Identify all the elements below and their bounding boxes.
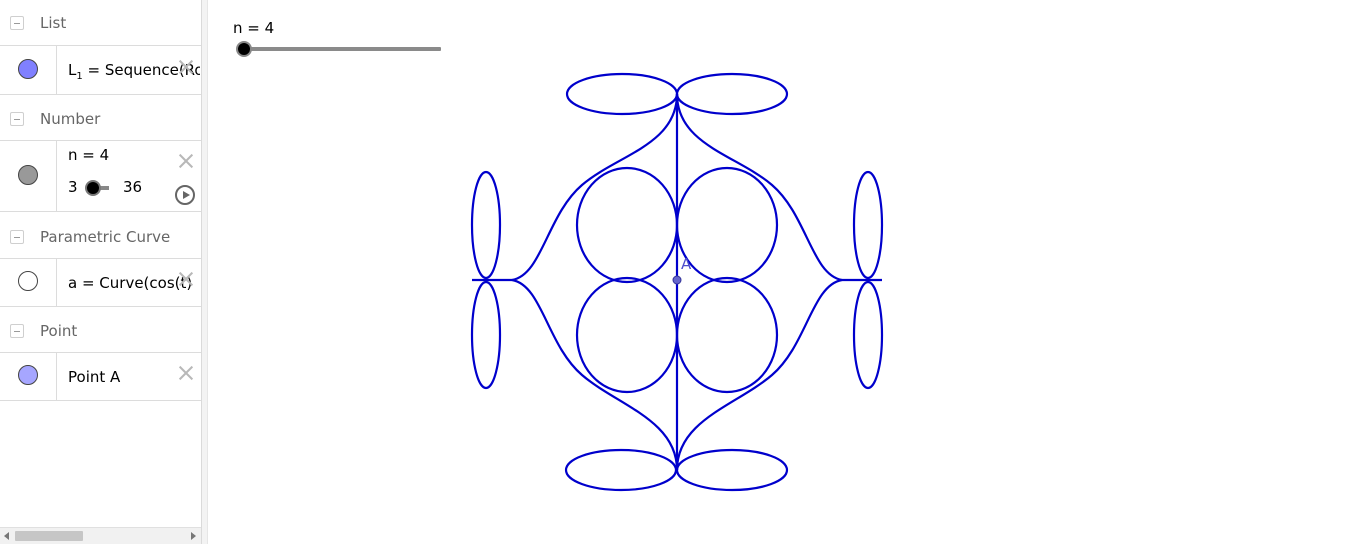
close-icon[interactable] — [177, 364, 195, 382]
point-a[interactable] — [672, 275, 682, 285]
algebra-panel: List L1 = Sequence(Ro Number n = 4 3 36 … — [0, 0, 201, 544]
curve-branch[interactable] — [511, 93, 679, 282]
curve-canvas[interactable] — [208, 0, 1352, 544]
curve-petal[interactable] — [675, 448, 789, 492]
algebra-item-number[interactable]: n = 4 3 36 — [0, 140, 201, 212]
group-label: Number — [40, 110, 101, 128]
curve-petal[interactable] — [565, 72, 679, 116]
curve-petal[interactable] — [852, 170, 884, 280]
group-header-parametric-curve[interactable]: Parametric Curve — [0, 214, 201, 260]
curve-lobe[interactable] — [575, 166, 679, 284]
number-slider[interactable]: 3 36 — [68, 177, 178, 197]
scroll-right-icon[interactable] — [191, 532, 196, 540]
algebra-item-list[interactable]: L1 = Sequence(Ro — [0, 45, 201, 95]
slider-knob[interactable] — [236, 41, 252, 57]
horizontal-scrollbar[interactable] — [0, 527, 201, 544]
curve-petal[interactable] — [564, 448, 678, 492]
close-icon[interactable] — [177, 152, 195, 170]
play-icon[interactable] — [175, 185, 195, 205]
curve-lobe[interactable] — [575, 276, 679, 394]
parametric-curve[interactable] — [470, 72, 884, 492]
graphics-view[interactable]: n = 4 A — [208, 0, 1352, 544]
slider-min-label: 3 — [68, 178, 78, 196]
visibility-marble[interactable] — [18, 59, 38, 79]
group-header-number[interactable]: Number — [0, 96, 201, 142]
scroll-left-icon[interactable] — [4, 532, 9, 540]
visibility-marble[interactable] — [18, 365, 38, 385]
group-header-list[interactable]: List — [0, 0, 201, 46]
curve-petal[interactable] — [675, 72, 789, 116]
slider-label: n = 4 — [233, 19, 275, 37]
curve-petal[interactable] — [470, 280, 502, 390]
visibility-marble[interactable] — [18, 165, 38, 185]
collapse-icon[interactable] — [10, 324, 24, 338]
visibility-marble[interactable] — [18, 271, 38, 291]
group-label: Parametric Curve — [40, 228, 171, 246]
slider-knob[interactable] — [85, 180, 101, 196]
algebra-item-text[interactable]: Point A — [68, 368, 120, 386]
slider-max-label: 36 — [123, 178, 143, 196]
curve-petal[interactable] — [852, 280, 884, 390]
group-label: Point — [40, 322, 78, 340]
point-label: A — [681, 255, 692, 273]
algebra-item-curve[interactable]: a = Curve(cos(t) — [0, 258, 201, 307]
panel-splitter[interactable] — [201, 0, 208, 544]
marble-cell — [0, 353, 57, 400]
curve-branch[interactable] — [675, 93, 843, 282]
algebra-item-text[interactable]: n = 4 — [68, 146, 109, 164]
close-icon[interactable] — [177, 58, 195, 76]
group-header-point[interactable]: Point — [0, 308, 201, 354]
marble-cell — [0, 46, 57, 94]
marble-cell — [0, 259, 57, 306]
scrollbar-thumb[interactable] — [15, 531, 83, 541]
collapse-icon[interactable] — [10, 230, 24, 244]
collapse-icon[interactable] — [10, 112, 24, 126]
curve-branch[interactable] — [675, 278, 843, 471]
curve-lobe[interactable] — [675, 166, 779, 284]
marble-cell — [0, 141, 57, 211]
group-label: List — [40, 14, 67, 32]
collapse-icon[interactable] — [10, 16, 24, 30]
algebra-item-point[interactable]: Point A — [0, 352, 201, 401]
slider-track[interactable] — [244, 47, 441, 51]
curve-lobe[interactable] — [675, 276, 779, 394]
close-icon[interactable] — [177, 270, 195, 288]
curve-branch[interactable] — [511, 278, 679, 471]
curve-petal[interactable] — [470, 170, 502, 280]
